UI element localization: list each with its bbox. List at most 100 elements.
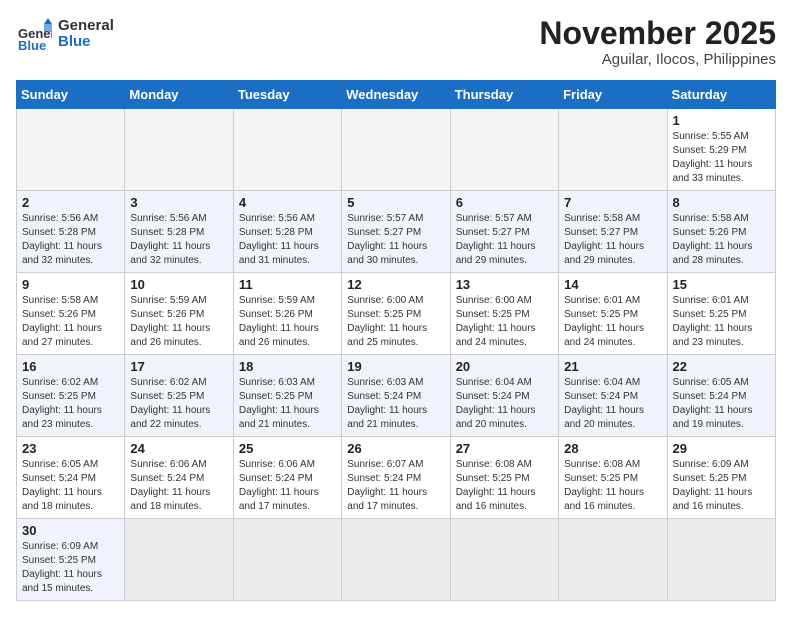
day-number: 1 [673,113,770,128]
calendar-cell [342,519,450,601]
title-block: November 2025 Aguilar, Ilocos, Philippin… [539,16,776,68]
calendar-cell: 25 Sunrise: 6:06 AM Sunset: 5:24 PM Dayli… [233,437,341,519]
day-info: Sunrise: 6:03 AM Sunset: 5:24 PM Dayligh… [347,376,444,432]
day-info: Sunrise: 6:04 AM Sunset: 5:24 PM Dayligh… [564,376,661,432]
calendar-cell: 14Sunrise: 6:01 AM Sunset: 5:25 PM Dayli… [559,273,667,355]
day-info: Sunrise: 6:07 AM Sunset: 5:24 PM Dayligh… [347,458,444,514]
calendar-cell: 4Sunrise: 5:56 AM Sunset: 5:28 PM Daylig… [233,191,341,273]
day-info: Sunrise: 5:59 AM Sunset: 5:26 PM Dayligh… [239,294,336,350]
day-number: 17 [130,359,227,374]
calendar-cell: 7 Sunrise: 5:58 AM Sunset: 5:27 PM Daylig… [559,191,667,273]
calendar-cell [450,519,558,601]
calendar-cell [342,109,450,191]
day-number: 26 [347,441,444,456]
day-number: 16 [22,359,119,374]
logo-general-text: General [58,18,114,35]
logo-blue-text: Blue [58,34,114,51]
day-number: 22 [673,359,770,374]
calendar-cell: 11 Sunrise: 5:59 AM Sunset: 5:26 PM Dayli… [233,273,341,355]
calendar-cell: 10Sunrise: 5:59 AM Sunset: 5:26 PM Dayli… [125,273,233,355]
day-number: 21 [564,359,661,374]
weekday-header-friday: Friday [559,81,667,109]
calendar-week-row: 30 Sunrise: 6:09 AM Sunset: 5:25 PM Dayli… [17,519,776,601]
day-info: Sunrise: 5:58 AM Sunset: 5:26 PM Dayligh… [22,294,119,350]
calendar-cell: 9 Sunrise: 5:58 AM Sunset: 5:26 PM Daylig… [17,273,125,355]
calendar-week-row: 1 Sunrise: 5:55 AM Sunset: 5:29 PM Daylig… [17,109,776,191]
day-number: 28 [564,441,661,456]
day-number: 12 [347,277,444,292]
calendar-cell: 5Sunrise: 5:57 AM Sunset: 5:27 PM Daylig… [342,191,450,273]
weekday-header-thursday: Thursday [450,81,558,109]
day-number: 8 [673,195,770,210]
day-info: Sunrise: 6:06 AM Sunset: 5:24 PM Dayligh… [130,458,227,514]
weekday-header-row: SundayMondayTuesdayWednesdayThursdayFrid… [17,81,776,109]
day-info: Sunrise: 5:58 AM Sunset: 5:27 PM Dayligh… [564,212,661,268]
location: Aguilar, Ilocos, Philippines [539,51,776,68]
calendar-week-row: 2 Sunrise: 5:56 AM Sunset: 5:28 PM Daylig… [17,191,776,273]
calendar-cell: 8 Sunrise: 5:58 AM Sunset: 5:26 PM Daylig… [667,191,775,273]
day-number: 4 [239,195,336,210]
calendar-cell: 22 Sunrise: 6:05 AM Sunset: 5:24 PM Dayli… [667,355,775,437]
calendar-cell [233,109,341,191]
calendar-cell: 13 Sunrise: 6:00 AM Sunset: 5:25 PM Dayli… [450,273,558,355]
calendar-cell: 28 Sunrise: 6:08 AM Sunset: 5:25 PM Dayli… [559,437,667,519]
day-number: 14 [564,277,661,292]
day-info: Sunrise: 6:00 AM Sunset: 5:25 PM Dayligh… [456,294,553,350]
logo: General Blue General Blue [16,16,114,52]
calendar-cell: 29Sunrise: 6:09 AM Sunset: 5:25 PM Dayli… [667,437,775,519]
day-info: Sunrise: 6:06 AM Sunset: 5:24 PM Dayligh… [239,458,336,514]
day-number: 7 [564,195,661,210]
day-number: 25 [239,441,336,456]
day-number: 20 [456,359,553,374]
calendar-cell [559,519,667,601]
calendar-table: SundayMondayTuesdayWednesdayThursdayFrid… [16,80,776,601]
calendar-cell: 21 Sunrise: 6:04 AM Sunset: 5:24 PM Dayli… [559,355,667,437]
calendar-cell: 15 Sunrise: 6:01 AM Sunset: 5:25 PM Dayli… [667,273,775,355]
calendar-week-row: 23Sunrise: 6:05 AM Sunset: 5:24 PM Dayli… [17,437,776,519]
calendar-cell [559,109,667,191]
calendar-cell: 19Sunrise: 6:03 AM Sunset: 5:24 PM Dayli… [342,355,450,437]
weekday-header-sunday: Sunday [17,81,125,109]
calendar-cell: 30 Sunrise: 6:09 AM Sunset: 5:25 PM Dayli… [17,519,125,601]
day-number: 3 [130,195,227,210]
weekday-header-saturday: Saturday [667,81,775,109]
day-info: Sunrise: 6:08 AM Sunset: 5:25 PM Dayligh… [564,458,661,514]
calendar-cell: 2Sunrise: 5:56 AM Sunset: 5:28 PM Daylig… [17,191,125,273]
day-number: 18 [239,359,336,374]
day-number: 30 [22,523,119,538]
day-number: 11 [239,277,336,292]
calendar-cell [450,109,558,191]
day-info: Sunrise: 5:58 AM Sunset: 5:26 PM Dayligh… [673,212,770,268]
day-info: Sunrise: 5:55 AM Sunset: 5:29 PM Dayligh… [673,130,770,186]
calendar-cell [17,109,125,191]
day-number: 24 [130,441,227,456]
calendar-cell: 6Sunrise: 5:57 AM Sunset: 5:27 PM Daylig… [450,191,558,273]
calendar-cell: 23Sunrise: 6:05 AM Sunset: 5:24 PM Dayli… [17,437,125,519]
day-number: 13 [456,277,553,292]
calendar-cell [125,109,233,191]
calendar-cell: 16 Sunrise: 6:02 AM Sunset: 5:25 PM Dayli… [17,355,125,437]
day-info: Sunrise: 5:56 AM Sunset: 5:28 PM Dayligh… [130,212,227,268]
calendar-cell: 12Sunrise: 6:00 AM Sunset: 5:25 PM Dayli… [342,273,450,355]
calendar-cell: 27 Sunrise: 6:08 AM Sunset: 5:25 PM Dayli… [450,437,558,519]
calendar-cell: 17 Sunrise: 6:02 AM Sunset: 5:25 PM Dayli… [125,355,233,437]
day-info: Sunrise: 6:02 AM Sunset: 5:25 PM Dayligh… [130,376,227,432]
day-info: Sunrise: 6:05 AM Sunset: 5:24 PM Dayligh… [673,376,770,432]
day-info: Sunrise: 5:59 AM Sunset: 5:26 PM Dayligh… [130,294,227,350]
weekday-header-monday: Monday [125,81,233,109]
day-number: 29 [673,441,770,456]
day-number: 2 [22,195,119,210]
month-year: November 2025 [539,16,776,51]
calendar-cell [125,519,233,601]
day-info: Sunrise: 6:08 AM Sunset: 5:25 PM Dayligh… [456,458,553,514]
day-number: 9 [22,277,119,292]
day-number: 27 [456,441,553,456]
day-info: Sunrise: 6:09 AM Sunset: 5:25 PM Dayligh… [22,540,119,596]
day-number: 15 [673,277,770,292]
calendar-week-row: 16 Sunrise: 6:02 AM Sunset: 5:25 PM Dayli… [17,355,776,437]
day-info: Sunrise: 6:01 AM Sunset: 5:25 PM Dayligh… [673,294,770,350]
weekday-header-tuesday: Tuesday [233,81,341,109]
calendar-cell: 3 Sunrise: 5:56 AM Sunset: 5:28 PM Daylig… [125,191,233,273]
calendar-week-row: 9 Sunrise: 5:58 AM Sunset: 5:26 PM Daylig… [17,273,776,355]
day-info: Sunrise: 6:02 AM Sunset: 5:25 PM Dayligh… [22,376,119,432]
